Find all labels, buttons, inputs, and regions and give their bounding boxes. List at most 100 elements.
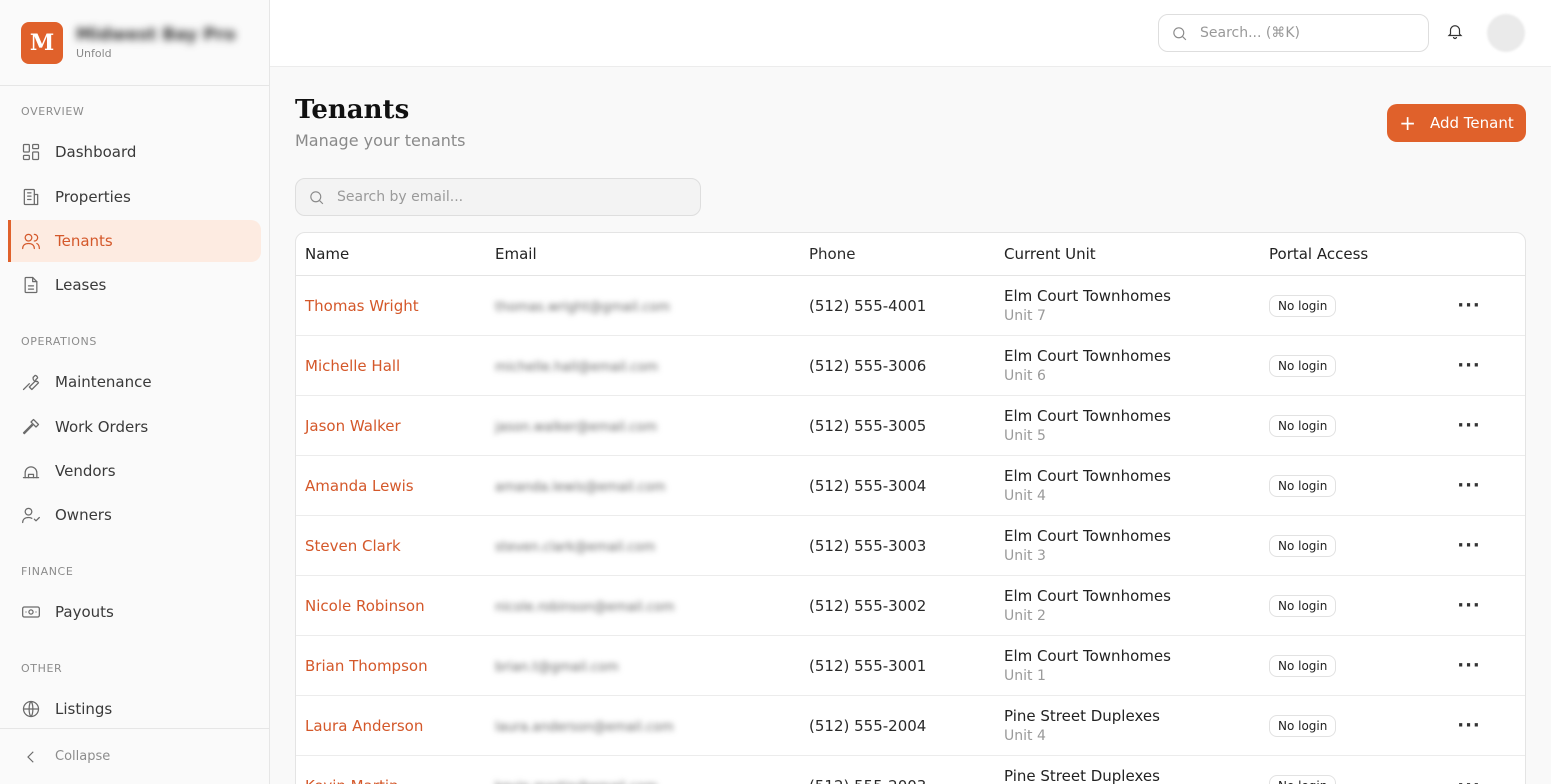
unit-property: Elm Court Townhomes (1004, 347, 1171, 365)
unit-number: Unit 3 (1004, 548, 1046, 564)
sidebar-item-label: Tenants (55, 232, 113, 250)
tenant-email: michelle.hall@email.com (495, 359, 659, 375)
sidebar-item-work-orders[interactable]: Work Orders (8, 406, 261, 448)
tenant-current-unit: Elm Court Townhomes Unit 3 (1004, 527, 1269, 564)
column-header-email[interactable]: Email (495, 245, 809, 263)
portal-access-badge: No login (1269, 354, 1337, 377)
table-header: Name Email Phone Current Unit Portal Acc… (296, 233, 1525, 276)
tenant-name-link[interactable]: Steven Clark (305, 537, 401, 555)
sidebar-item-dashboard[interactable]: Dashboard (8, 131, 261, 173)
add-tenant-label: Add Tenant (1430, 114, 1514, 132)
unit-number: Unit 5 (1004, 428, 1046, 444)
email-search[interactable] (295, 178, 701, 216)
global-search-input[interactable] (1200, 25, 1400, 41)
table-row[interactable]: Jason Walker jason.walker@email.com (512… (296, 396, 1525, 456)
unit-number: Unit 6 (1004, 368, 1046, 384)
more-actions-icon[interactable]: ··· (1457, 356, 1481, 375)
tenant-phone: (512) 555-3006 (809, 356, 927, 375)
sidebar-item-label: Listings (55, 700, 113, 718)
sidebar-item-tenants[interactable]: Tenants (8, 220, 261, 262)
plus-icon: + (1399, 111, 1416, 135)
search-icon (310, 190, 324, 204)
more-actions-icon[interactable]: ··· (1457, 536, 1481, 555)
tenants-table: Name Email Phone Current Unit Portal Acc… (295, 232, 1526, 784)
email-search-input[interactable] (337, 189, 687, 205)
user-avatar[interactable] (1487, 14, 1525, 52)
globe-icon (21, 699, 41, 719)
portal-access-badge: No login (1269, 774, 1337, 784)
tenant-email: kevin.martin@email.com (495, 780, 657, 784)
unit-property: Elm Court Townhomes (1004, 467, 1171, 485)
table-row[interactable]: Laura Anderson laura.anderson@email.com … (296, 696, 1525, 756)
more-actions-icon[interactable]: ··· (1457, 596, 1481, 615)
collapse-label: Collapse (55, 749, 111, 764)
more-actions-icon[interactable]: ··· (1457, 476, 1481, 495)
portal-access-badge: No login (1269, 414, 1337, 437)
column-header-current-unit[interactable]: Current Unit (1004, 245, 1269, 263)
brand-logo: M (21, 21, 63, 64)
unit-property: Elm Court Townhomes (1004, 287, 1171, 305)
sidebar-item-payouts[interactable]: Payouts (8, 591, 261, 633)
more-actions-icon[interactable]: ··· (1457, 296, 1481, 315)
more-actions-icon[interactable]: ··· (1457, 416, 1481, 435)
tenant-name-link[interactable]: Amanda Lewis (305, 477, 414, 495)
tenant-phone: (512) 555-3001 (809, 656, 927, 675)
banknote-icon (21, 602, 41, 622)
page-subtitle: Manage your tenants (295, 131, 466, 150)
document-icon (21, 275, 41, 295)
tenant-name-link[interactable]: Brian Thompson (305, 657, 428, 675)
tenant-phone: (512) 555-3002 (809, 596, 927, 615)
unit-number: Unit 7 (1004, 308, 1046, 324)
tenant-name-link[interactable]: Nicole Robinson (305, 597, 425, 615)
chevron-left-icon (27, 750, 34, 763)
more-actions-icon[interactable]: ··· (1457, 656, 1481, 675)
column-header-phone[interactable]: Phone (809, 245, 1004, 263)
sidebar-item-maintenance[interactable]: Maintenance (8, 361, 261, 403)
unit-property: Elm Court Townhomes (1004, 647, 1171, 665)
sidebar-item-properties[interactable]: Properties (8, 176, 261, 218)
table-row[interactable]: Amanda Lewis amanda.lewis@email.com (512… (296, 456, 1525, 516)
unit-property: Elm Court Townhomes (1004, 407, 1171, 425)
hammer-icon (21, 417, 41, 437)
tenant-phone: (512) 555-2003 (809, 777, 1004, 784)
sidebar-item-listings[interactable]: Listings (8, 688, 261, 730)
sidebar-item-label: Leases (55, 276, 107, 294)
sidebar-item-label: Dashboard (55, 143, 137, 161)
tenant-email: brian.t@gmail.com (495, 659, 619, 675)
table-row[interactable]: Kevin Martin kevin.martin@email.com (512… (296, 756, 1525, 784)
table-body: Thomas Wright thomas.wright@gmail.com (5… (296, 276, 1525, 784)
tenant-name-link[interactable]: Thomas Wright (305, 297, 419, 315)
table-row[interactable]: Michelle Hall michelle.hall@email.com (5… (296, 336, 1525, 396)
tenant-current-unit: Pine Street Duplexes Unit 4 (1004, 707, 1269, 744)
unit-property: Elm Court Townhomes (1004, 527, 1171, 545)
more-actions-icon[interactable]: ··· (1457, 716, 1481, 735)
brand-header[interactable]: M Midwest Bay Property Unfold (0, 0, 269, 86)
sidebar-item-vendors[interactable]: Vendors (8, 450, 261, 492)
sidebar-item-owners[interactable]: Owners (8, 494, 261, 536)
notifications-button[interactable] (1446, 22, 1466, 44)
search-icon (1173, 26, 1187, 40)
tenant-current-unit: Elm Court Townhomes Unit 7 (1004, 287, 1269, 324)
column-header-name[interactable]: Name (296, 245, 495, 263)
column-header-portal-access[interactable]: Portal Access (1269, 245, 1439, 263)
unit-property: Elm Court Townhomes (1004, 587, 1171, 605)
tenant-name-link[interactable]: Michelle Hall (305, 357, 400, 375)
table-row[interactable]: Brian Thompson brian.t@gmail.com (512) 5… (296, 636, 1525, 696)
add-tenant-button[interactable]: + Add Tenant (1387, 104, 1526, 142)
portal-access-badge: No login (1269, 294, 1337, 317)
table-row[interactable]: Steven Clark steven.clark@email.com (512… (296, 516, 1525, 576)
collapse-button[interactable]: Collapse (0, 728, 269, 784)
tenant-name-link[interactable]: Jason Walker (305, 417, 401, 435)
global-search[interactable] (1158, 14, 1429, 52)
unit-number: Unit 4 (1004, 728, 1046, 744)
more-actions-icon[interactable]: ··· (1457, 776, 1481, 784)
tenant-phone: (512) 555-3003 (809, 536, 927, 555)
tenant-name-link[interactable]: Laura Anderson (305, 717, 423, 735)
sidebar-item-leases[interactable]: Leases (8, 264, 261, 306)
tenant-current-unit: Elm Court Townhomes Unit 5 (1004, 407, 1269, 444)
sidebar-item-label: Vendors (55, 462, 116, 480)
table-row[interactable]: Nicole Robinson nicole.robinson@email.co… (296, 576, 1525, 636)
table-row[interactable]: Thomas Wright thomas.wright@gmail.com (5… (296, 276, 1525, 336)
tenant-name-link[interactable]: Kevin Martin (305, 777, 399, 784)
tenant-phone: (512) 555-3005 (809, 416, 927, 435)
